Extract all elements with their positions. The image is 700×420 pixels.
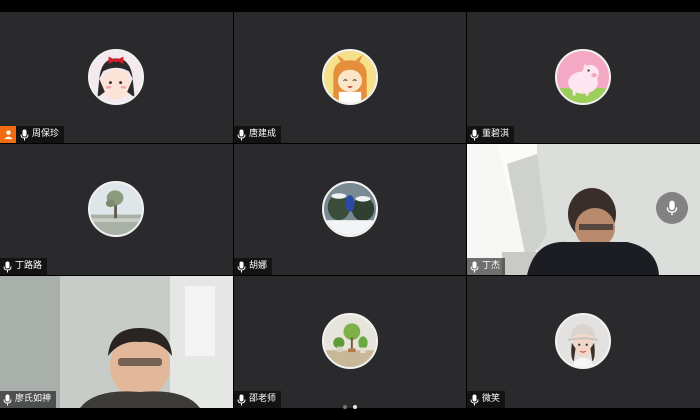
microphone-icon	[666, 200, 678, 216]
participant-name: 胡娜	[249, 261, 268, 271]
page-dot-1[interactable]	[343, 405, 347, 409]
video-grid: 周保珍 唐建成 董碧淇 丁路路 胡娜 丁杰 廖氏如神 邵老师 微笑	[0, 12, 700, 408]
microphone-icon	[237, 261, 246, 273]
participant-name: 丁杰	[482, 261, 501, 271]
microphone-icon	[20, 129, 29, 141]
participant-name-tag: 丁杰	[467, 258, 506, 275]
participant-tile-8[interactable]: 邵老师	[234, 276, 466, 408]
participant-name: 董碧淇	[482, 129, 510, 139]
participant-name-tag: 周保珍	[0, 126, 65, 143]
page-indicator	[0, 400, 700, 414]
microphone-icon	[470, 261, 479, 273]
woman-cap-avatar	[555, 313, 611, 369]
participant-name-tag: 胡娜	[234, 258, 273, 275]
microphone-icon	[3, 261, 12, 273]
participant-tile-9[interactable]: 微笑	[467, 276, 700, 408]
mute-button[interactable]	[656, 192, 688, 224]
plants-avatar	[322, 313, 378, 369]
participant-tile-2[interactable]: 唐建成	[234, 12, 466, 143]
host-icon	[0, 126, 16, 143]
participant-name-tag: 董碧淇	[467, 126, 515, 143]
snowy-garden-avatar	[322, 181, 378, 237]
pink-pig-avatar	[555, 49, 611, 105]
page-dot-2[interactable]	[353, 405, 357, 409]
participant-tile-4[interactable]: 丁路路	[0, 144, 233, 275]
participant-tile-5[interactable]: 胡娜	[234, 144, 466, 275]
participant-name: 唐建成	[249, 129, 277, 139]
participant-tile-3[interactable]: 董碧淇	[467, 12, 700, 143]
participant-tile-1[interactable]: 周保珍	[0, 12, 233, 143]
participant-name: 丁路路	[15, 261, 43, 271]
participant-tile-7[interactable]: 廖氏如神	[0, 276, 233, 408]
cartoon-girl-avatar	[88, 49, 144, 105]
tree-landscape-avatar	[88, 181, 144, 237]
participant-name-tag: 丁路路	[0, 258, 48, 275]
camera-video-feed	[0, 276, 233, 408]
participant-name-tag: 唐建成	[234, 126, 282, 143]
microphone-icon	[237, 129, 246, 141]
microphone-icon	[470, 129, 479, 141]
participant-tile-6[interactable]: 丁杰	[467, 144, 700, 275]
participant-name: 周保珍	[32, 129, 60, 139]
anime-girl-avatar	[322, 49, 378, 105]
